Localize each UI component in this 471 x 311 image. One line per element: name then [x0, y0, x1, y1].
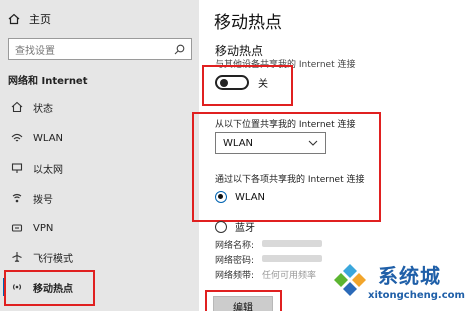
hotspot-icon — [12, 284, 22, 290]
sidebar-item-ethernet[interactable]: 以太网 — [6, 158, 194, 178]
vpn-icon — [11, 224, 23, 232]
sidebar-item-status[interactable]: 状态 — [6, 97, 194, 117]
active-item-indicator — [3, 278, 6, 296]
option-wlan[interactable]: WLAN — [215, 191, 265, 203]
share-description: 与其他设备共享我的 Internet 连接 — [215, 60, 356, 70]
page-title: 移动热点 — [214, 13, 282, 33]
sidebar-item-label: 飞行模式 — [33, 253, 73, 265]
edit-button[interactable]: 编辑 — [213, 296, 273, 311]
section-title: 网络和 Internet — [8, 76, 88, 87]
sidebar-item-label: WLAN — [33, 132, 64, 144]
network-band-label: 网络频带: — [215, 271, 255, 281]
settings-sidebar: 主页 查找设置 网络和 Internet 状态 WLAN 以太网 拨号 VPN … — [0, 0, 199, 311]
hotspot-toggle-row: 关 — [215, 75, 268, 90]
search-icon[interactable] — [174, 44, 185, 55]
home-icon — [11, 101, 23, 113]
sidebar-home-label: 主页 — [29, 13, 51, 26]
ethernet-icon — [11, 163, 23, 173]
sidebar-item-label: 以太网 — [33, 164, 63, 176]
watermark-url: xitongcheng.com — [368, 290, 465, 301]
home-icon — [8, 13, 20, 25]
radio-wlan[interactable] — [215, 191, 227, 203]
watermark-brand: 系统城 — [378, 264, 441, 288]
share-via-label: 通过以下各项共享我的 Internet 连接 — [215, 175, 365, 185]
sidebar-item-dialup[interactable]: 拨号 — [6, 188, 194, 208]
share-from-label: 从以下位置共享我的 Internet 连接 — [215, 120, 356, 130]
search-placeholder: 查找设置 — [15, 45, 55, 57]
share-from-value: WLAN — [223, 137, 254, 149]
site-watermark: 系统城 xitongcheng.com — [326, 252, 471, 311]
share-from-dropdown[interactable]: WLAN — [215, 132, 326, 154]
sidebar-item-label: VPN — [33, 222, 54, 234]
sidebar-home[interactable]: 主页 — [8, 10, 51, 28]
option-bluetooth-label: 蓝牙 — [235, 223, 255, 234]
network-password-row: 网络密码: — [215, 253, 323, 266]
sidebar-item-mobile-hotspot[interactable]: 移动热点 — [6, 277, 194, 297]
sidebar-item-airplane-mode[interactable]: 飞行模式 — [6, 247, 194, 267]
option-wlan-label: WLAN — [235, 191, 266, 203]
radio-bluetooth[interactable] — [215, 220, 227, 233]
toggle-knob — [220, 79, 228, 87]
chevron-down-icon — [308, 140, 318, 146]
network-name-row: 网络名称: — [215, 238, 323, 251]
windows-logo-icon — [330, 260, 370, 300]
sidebar-item-label: 拨号 — [33, 194, 53, 206]
sidebar-item-label: 状态 — [33, 103, 53, 115]
sidebar-item-vpn[interactable]: VPN — [6, 218, 194, 238]
network-password-value-blurred — [262, 255, 323, 262]
option-bluetooth[interactable]: 蓝牙 — [215, 219, 255, 234]
dialup-icon — [12, 193, 22, 203]
search-input[interactable]: 查找设置 — [8, 38, 192, 60]
wifi-icon — [11, 133, 23, 142]
sidebar-item-label: 移动热点 — [33, 283, 73, 295]
network-name-label: 网络名称: — [215, 241, 255, 251]
airplane-icon — [12, 252, 22, 262]
hotspot-toggle[interactable] — [215, 75, 249, 90]
network-name-value-blurred — [262, 240, 323, 247]
network-band-value: 任何可用频率 — [262, 271, 317, 281]
network-password-label: 网络密码: — [215, 256, 255, 266]
toggle-state-label: 关 — [258, 79, 268, 90]
network-band-row: 网络频带: 任何可用频率 — [215, 268, 316, 281]
sidebar-item-wlan[interactable]: WLAN — [6, 128, 194, 148]
